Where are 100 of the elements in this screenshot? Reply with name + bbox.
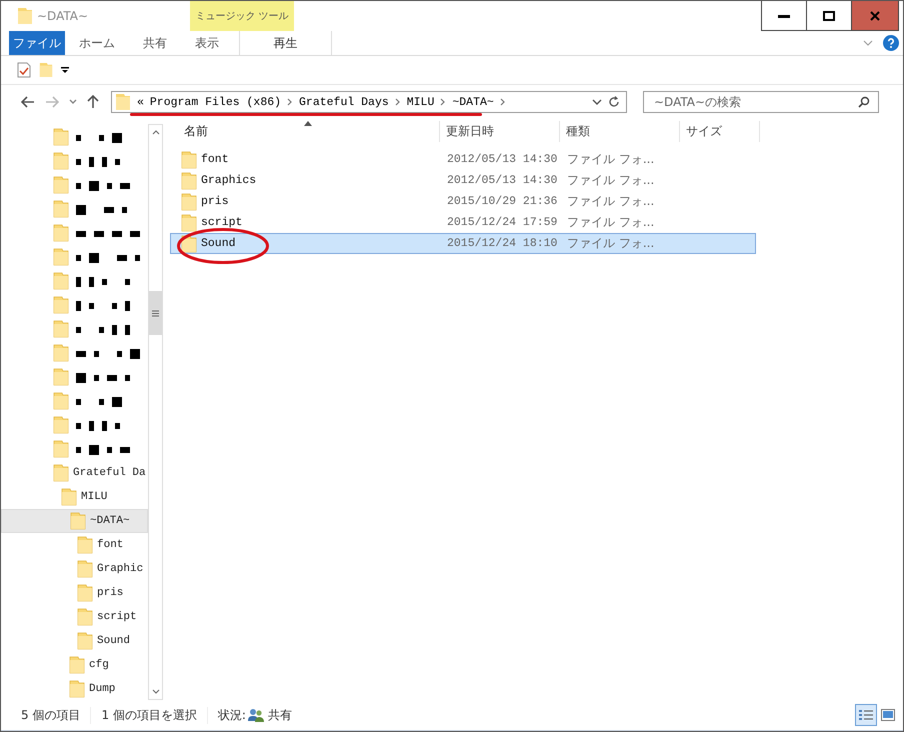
column-header[interactable]: 名前 bbox=[170, 121, 440, 142]
ribbon-tab[interactable]: 再生 bbox=[239, 31, 332, 55]
file-type: ファイル フォ... bbox=[567, 151, 654, 168]
breadcrumb-item[interactable]: ~DATA~ bbox=[452, 96, 494, 108]
properties-icon[interactable] bbox=[17, 62, 31, 78]
folder-icon bbox=[17, 7, 33, 25]
folder-icon bbox=[53, 344, 69, 362]
customize-toolbar-icon[interactable] bbox=[61, 66, 69, 74]
folder-icon bbox=[53, 272, 69, 290]
scrollbar[interactable] bbox=[148, 124, 163, 700]
tree-item[interactable]: Sound bbox=[1, 629, 148, 653]
folder-icon bbox=[53, 392, 69, 410]
overflow-chevron[interactable]: « bbox=[137, 96, 144, 108]
folder-icon bbox=[61, 488, 77, 506]
up-arrow-icon[interactable] bbox=[87, 95, 99, 109]
chevron-down-icon[interactable] bbox=[592, 99, 602, 105]
file-row[interactable]: Sound 2015/12/24 18:10 ファイル フォ... bbox=[170, 233, 756, 254]
ribbon-tab[interactable]: ファイル bbox=[9, 31, 65, 55]
status-value: 共有 bbox=[268, 706, 292, 724]
tree-item[interactable]: font bbox=[1, 533, 148, 557]
folder-icon bbox=[53, 440, 69, 458]
folder-icon bbox=[181, 214, 197, 232]
chevron-right-icon[interactable] bbox=[287, 98, 294, 106]
folder-icon bbox=[69, 680, 85, 698]
close-icon bbox=[870, 10, 880, 20]
file-name: script bbox=[201, 216, 242, 229]
window-title: ~DATA~ bbox=[37, 9, 88, 23]
ribbon-tab[interactable]: ホーム bbox=[65, 31, 129, 55]
details-list-icon bbox=[859, 709, 873, 721]
file-row[interactable]: script 2015/12/24 17:59 ファイル フォ... bbox=[170, 212, 756, 233]
file-name: Graphics bbox=[201, 174, 256, 187]
sort-arrow-icon bbox=[304, 121, 312, 126]
contextual-tab-group: ミュージック ツール bbox=[190, 1, 294, 31]
chevron-down-icon[interactable] bbox=[69, 99, 77, 105]
breadcrumb-item[interactable]: MILU bbox=[406, 96, 434, 108]
tree-item[interactable]: ~DATA~ bbox=[1, 509, 148, 533]
file-type: ファイル フォ... bbox=[567, 193, 654, 210]
details-view-button[interactable] bbox=[855, 704, 877, 726]
file-type: ファイル フォ... bbox=[567, 235, 654, 252]
refresh-icon[interactable] bbox=[608, 96, 620, 108]
folder-icon bbox=[53, 320, 69, 338]
column-header[interactable]: サイズ bbox=[680, 121, 760, 142]
breadcrumb-item[interactable]: Grateful Days bbox=[299, 96, 389, 108]
folder-icon bbox=[53, 416, 69, 434]
modified-date: 2015/12/24 18:10 bbox=[447, 237, 558, 250]
modified-date: 2015/10/29 21:36 bbox=[447, 195, 558, 208]
folder-icon bbox=[69, 656, 85, 674]
tree-item[interactable]: Graphic bbox=[1, 557, 148, 581]
picture-icon bbox=[881, 709, 895, 721]
ribbon-tab[interactable]: 共有 bbox=[129, 31, 181, 55]
folder-icon bbox=[115, 93, 131, 111]
address-bar[interactable]: « Program Files (x86) Grateful Days MILU ~DATA~ bbox=[111, 91, 627, 113]
file-row[interactable]: pris 2015/10/29 21:36 ファイル フォ... bbox=[170, 191, 756, 212]
users-icon bbox=[248, 708, 264, 722]
folder-icon bbox=[53, 368, 69, 386]
file-row[interactable]: Graphics 2012/05/13 14:30 ファイル フォ... bbox=[170, 170, 756, 191]
grip-icon[interactable] bbox=[152, 310, 159, 316]
redaction-drawing bbox=[76, 346, 142, 360]
folder-icon bbox=[181, 172, 197, 190]
redaction-drawing bbox=[76, 250, 142, 264]
folder-icon bbox=[53, 296, 69, 314]
tree-item[interactable]: script bbox=[1, 605, 148, 629]
tree-item[interactable]: Dump bbox=[1, 677, 148, 701]
file-type: ファイル フォ... bbox=[567, 214, 654, 231]
modified-date: 2015/12/24 17:59 bbox=[447, 216, 558, 229]
help-icon[interactable] bbox=[883, 35, 899, 51]
tree-item[interactable]: pris bbox=[1, 581, 148, 605]
minimize-button[interactable] bbox=[761, 1, 807, 31]
status-label: 状況: bbox=[218, 706, 246, 724]
folder-icon bbox=[53, 224, 69, 242]
folder-icon bbox=[53, 464, 69, 482]
column-header[interactable]: 種類 bbox=[560, 121, 680, 142]
maximize-icon bbox=[823, 10, 835, 20]
modified-date: 2012/05/13 14:30 bbox=[447, 153, 558, 166]
folder-icon bbox=[77, 608, 93, 626]
back-arrow-icon[interactable] bbox=[21, 96, 35, 108]
scroll-up-icon[interactable] bbox=[152, 129, 160, 135]
folder-icon bbox=[77, 536, 93, 554]
scroll-down-icon[interactable] bbox=[152, 689, 160, 695]
tree-item[interactable]: Grateful Da bbox=[1, 461, 148, 485]
chevron-right-icon[interactable] bbox=[394, 98, 401, 106]
chevron-right-icon[interactable] bbox=[500, 98, 506, 106]
minimize-icon bbox=[778, 14, 790, 18]
folder-icon bbox=[53, 176, 69, 194]
close-button[interactable] bbox=[851, 1, 899, 31]
ribbon-tab[interactable]: 表示 bbox=[181, 31, 233, 55]
file-name: Sound bbox=[201, 237, 236, 250]
folder-icon bbox=[70, 512, 86, 530]
tree-item[interactable]: MILU bbox=[1, 485, 148, 509]
file-row[interactable]: font 2012/05/13 14:30 ファイル フォ... bbox=[170, 149, 756, 170]
folder-icon bbox=[181, 192, 197, 210]
column-header[interactable]: 更新日時 bbox=[440, 121, 560, 142]
chevron-right-icon[interactable] bbox=[440, 98, 446, 106]
modified-date: 2012/05/13 14:30 bbox=[447, 174, 558, 187]
folder-icon bbox=[53, 152, 69, 170]
search-field[interactable]: ~DATA~の検索 bbox=[643, 91, 879, 113]
search-icon bbox=[858, 96, 870, 108]
tree-item[interactable]: cfg bbox=[1, 653, 148, 677]
folder-icon bbox=[77, 560, 93, 578]
breadcrumb-item[interactable]: Program Files (x86) bbox=[150, 96, 282, 108]
